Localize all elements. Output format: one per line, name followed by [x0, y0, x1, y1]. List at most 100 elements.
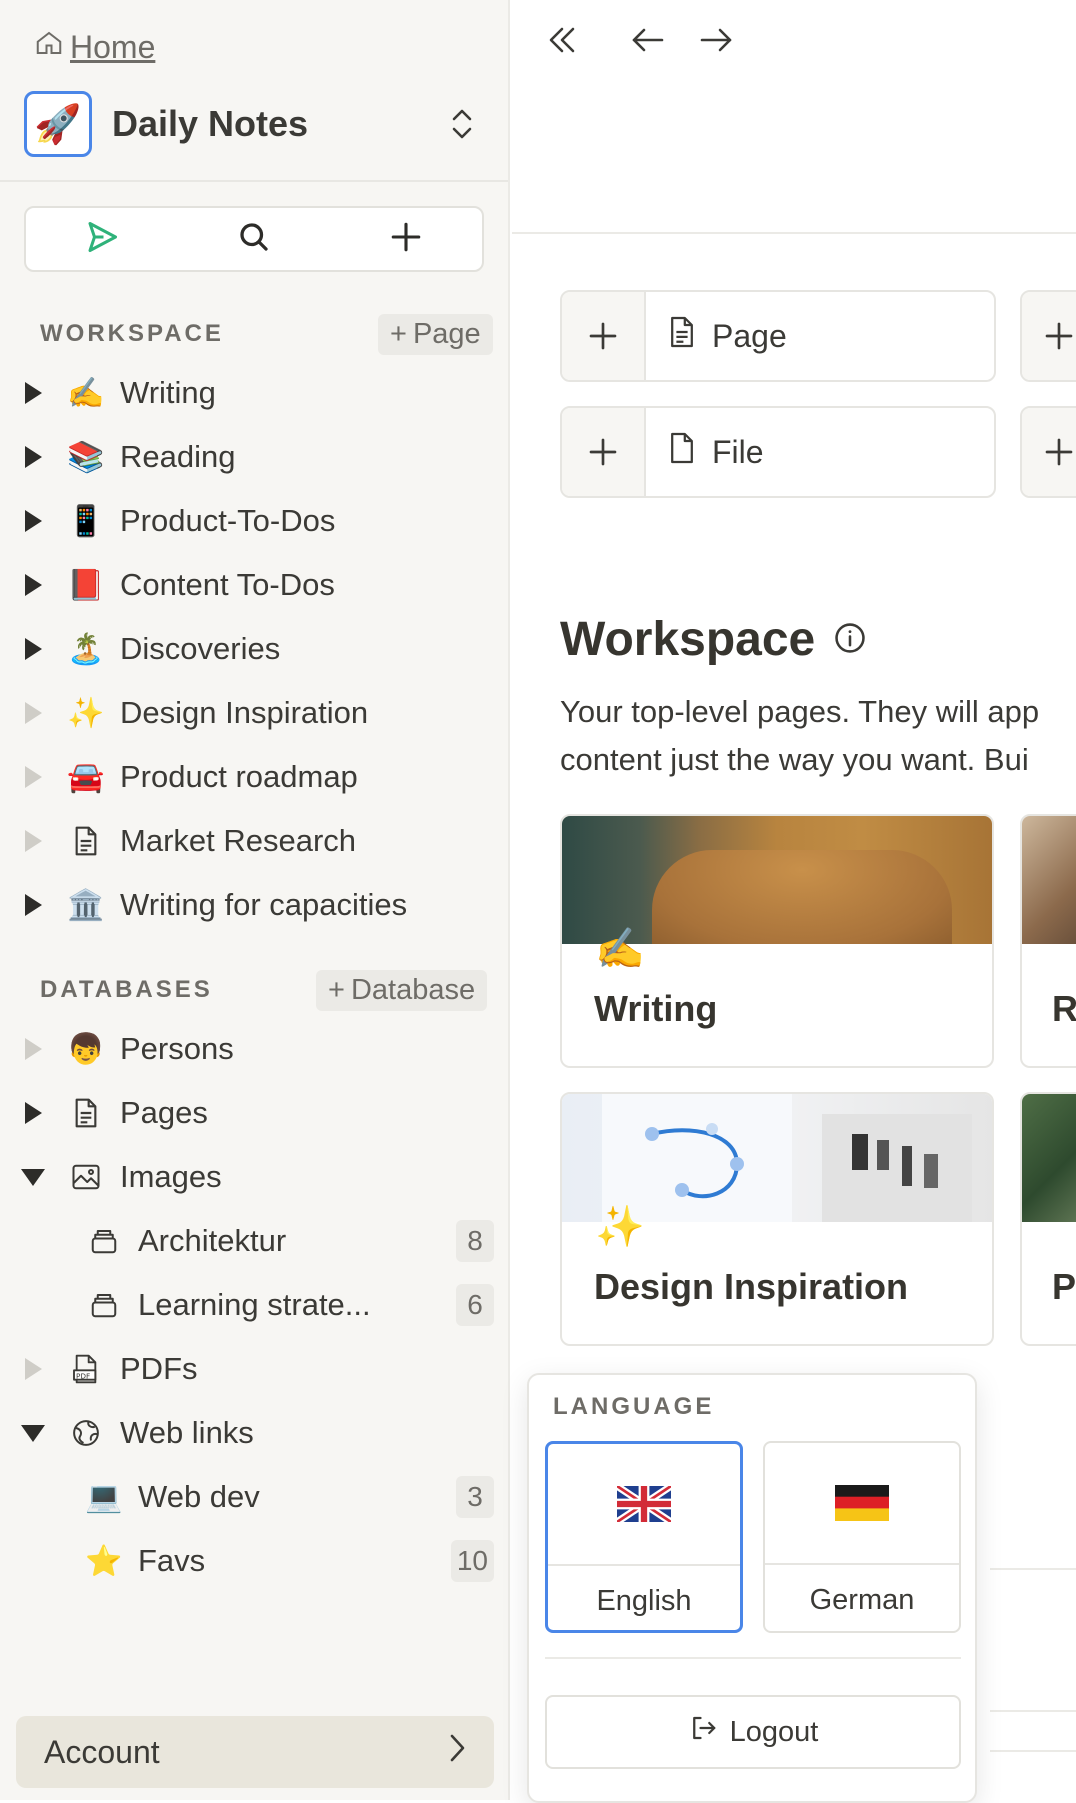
sidebar-item-market-research[interactable]: Market Research — [0, 813, 508, 869]
card-title: Writing — [594, 988, 718, 1029]
page-icon — [66, 1093, 106, 1133]
sidebar-item-persons[interactable]: 👦 Persons — [0, 1021, 508, 1077]
workspace-description-line: content just the way you want. Bui — [560, 742, 1029, 777]
sidebar-item-label: Favs — [138, 1543, 206, 1578]
workspace-switcher[interactable]: 🚀 Daily Notes — [24, 88, 480, 160]
plus-icon[interactable] — [1022, 292, 1076, 380]
page-card-peek[interactable]: P — [1020, 1092, 1076, 1346]
collapse-caret-icon[interactable] — [22, 1166, 44, 1188]
plus-icon[interactable] — [562, 292, 646, 380]
sidebar-item-discoveries[interactable]: 🏝️ Discoveries — [0, 621, 508, 677]
logout-button[interactable]: Logout — [545, 1695, 961, 1769]
language-menu-title: LANGUAGE — [553, 1393, 715, 1420]
create-file-card[interactable]: File — [560, 406, 996, 498]
add-page-button[interactable]: + Page — [378, 314, 493, 355]
chevron-up-down-icon[interactable] — [444, 100, 480, 148]
sidebar-item-label: Writing — [120, 375, 216, 410]
add-button[interactable] — [330, 208, 482, 270]
page-card-writing[interactable]: ✍️ Writing — [560, 814, 994, 1068]
sidebar-item-reading[interactable]: 📚 Reading — [0, 429, 508, 485]
create-page-card[interactable]: Page — [560, 290, 996, 382]
sidebar-item-writing[interactable]: ✍️ Writing — [0, 365, 508, 421]
card-cover-image — [1022, 816, 1076, 944]
sidebar-subitem-learning-strategies[interactable]: Learning strate... 6 — [0, 1277, 508, 1333]
language-option-label: English — [596, 1584, 692, 1617]
expand-caret-icon[interactable] — [22, 1038, 44, 1060]
account-button[interactable]: Account — [16, 1716, 494, 1788]
image-icon — [66, 1157, 106, 1197]
plus-icon[interactable] — [562, 408, 646, 496]
expand-caret-icon[interactable] — [22, 1358, 44, 1380]
search-button[interactable] — [178, 208, 330, 270]
create-card-peek[interactable] — [1020, 406, 1076, 498]
collapse-caret-icon[interactable] — [22, 1422, 44, 1444]
chevron-right-icon — [446, 1731, 468, 1773]
plus-icon[interactable] — [1022, 408, 1076, 496]
sidebar-subitem-web-dev[interactable]: 💻 Web dev 3 — [0, 1469, 508, 1525]
expand-caret-icon[interactable] — [22, 894, 44, 916]
count-badge: 6 — [456, 1284, 494, 1326]
card-title: R — [1052, 988, 1076, 1029]
writing-hand-icon: ✍️ — [67, 375, 105, 411]
home-link[interactable]: Home — [34, 28, 155, 66]
workspace-description: Your top-level pages. They will app cont… — [560, 688, 1076, 784]
logout-icon — [688, 1713, 718, 1751]
expand-caret-icon[interactable] — [22, 638, 44, 660]
expand-caret-icon[interactable] — [22, 1102, 44, 1124]
back-button[interactable] — [624, 18, 672, 66]
sidebar-item-content-to-dos[interactable]: 📕 Content To-Dos — [0, 557, 508, 613]
sidebar-item-product-roadmap[interactable]: 🚘 Product roadmap — [0, 749, 508, 805]
sidebar-item-label: Reading — [120, 439, 236, 474]
sidebar-item-label: Market Research — [120, 823, 357, 858]
sidebar-item-label: Images — [120, 1159, 222, 1194]
expand-caret-icon[interactable] — [22, 510, 44, 532]
page-card-design-inspiration[interactable]: ✨ Design Inspiration — [560, 1092, 994, 1346]
sidebar-item-writing-for-capacities[interactable]: 🏛️ Writing for capacities — [0, 877, 508, 933]
sidebar-item-pdfs[interactable]: PDF PDFs — [0, 1341, 508, 1397]
page-icon — [668, 315, 696, 357]
send-button[interactable] — [26, 208, 178, 270]
sidebar-item-label: Product roadmap — [120, 759, 358, 794]
red-book-icon: 📕 — [67, 567, 105, 603]
page-card-peek[interactable]: R — [1020, 814, 1076, 1068]
expand-caret-icon[interactable] — [22, 766, 44, 788]
plus-icon — [389, 220, 423, 259]
sidebar-item-label: PDFs — [120, 1351, 198, 1386]
plus-icon: + — [390, 318, 407, 350]
sparkles-icon: ✨ — [67, 695, 105, 731]
menu-divider — [545, 1657, 961, 1659]
sidebar-toolbar — [24, 206, 484, 272]
expand-caret-icon[interactable] — [22, 382, 44, 404]
sidebar-subitem-favs[interactable]: ⭐ Favs 10 — [0, 1533, 508, 1589]
search-icon — [236, 219, 272, 260]
sidebar-item-design-inspiration[interactable]: ✨ Design Inspiration — [0, 685, 508, 741]
collapse-sidebar-button[interactable] — [538, 18, 586, 66]
count-badge: 3 — [456, 1476, 494, 1518]
expand-caret-icon[interactable] — [22, 574, 44, 596]
classical-building-icon: 🏛️ — [67, 887, 105, 923]
page-icon — [66, 821, 106, 861]
sidebar-item-pages[interactable]: Pages — [0, 1085, 508, 1141]
laptop-icon: 💻 — [85, 1479, 123, 1515]
sidebar-item-product-to-dos[interactable]: 📱 Product-To-Dos — [0, 493, 508, 549]
sidebar-subitem-architektur[interactable]: Architektur 8 — [0, 1213, 508, 1269]
databases-section-title: DATABASES — [40, 976, 213, 1003]
expand-caret-icon[interactable] — [22, 830, 44, 852]
plus-icon: + — [328, 974, 345, 1006]
create-card-peek[interactable] — [1020, 290, 1076, 382]
person-icon: 👦 — [67, 1031, 105, 1067]
add-database-button[interactable]: + Database — [316, 970, 488, 1011]
expand-caret-icon[interactable] — [22, 702, 44, 724]
language-option-german[interactable]: German — [763, 1441, 961, 1633]
forward-button[interactable] — [692, 18, 740, 66]
info-icon[interactable] — [833, 612, 867, 667]
sidebar-item-label: Product-To-Dos — [120, 503, 336, 538]
expand-caret-icon[interactable] — [22, 446, 44, 468]
sidebar-item-images[interactable]: Images — [0, 1149, 508, 1205]
svg-text:PDF: PDF — [76, 1371, 90, 1380]
sidebar-item-web-links[interactable]: Web links — [0, 1405, 508, 1461]
home-label: Home — [70, 28, 156, 65]
globe-icon — [66, 1413, 106, 1453]
sidebar-item-label: Learning strate... — [138, 1287, 371, 1322]
language-option-english[interactable]: English — [545, 1441, 743, 1633]
